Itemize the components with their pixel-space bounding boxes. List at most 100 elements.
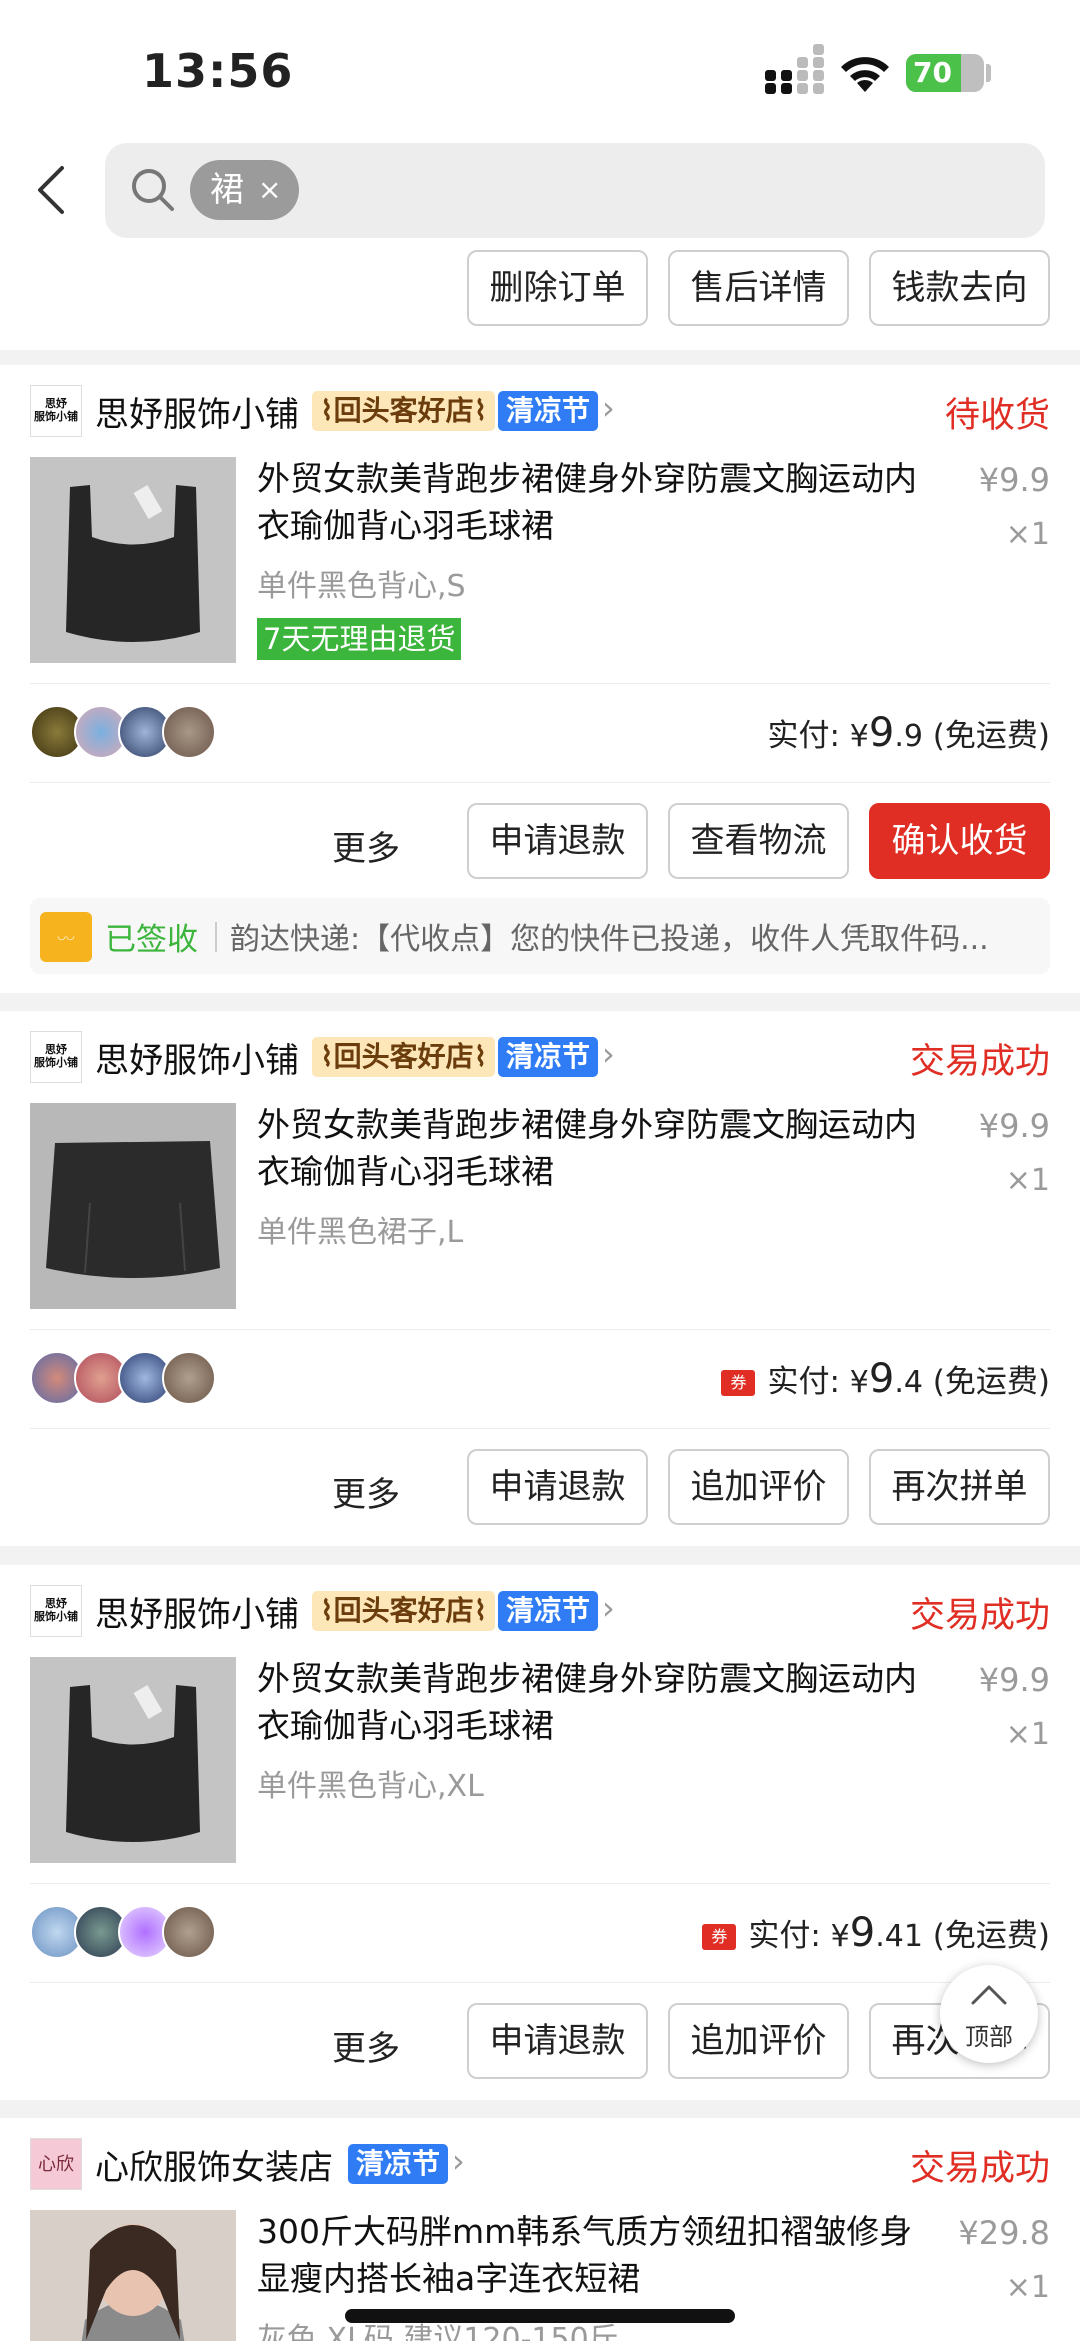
repeat-customer-badge: ⌇回头客好店⌇ (312, 391, 496, 431)
paid-decimal: .9 (894, 719, 923, 754)
coupon-icon: 券 (702, 1924, 737, 1950)
product-price: ¥9.9 (978, 461, 1050, 499)
logistics-text: 韵达快递:【代收点】您的快件已投递，收件人凭取件码... (230, 922, 989, 957)
order-card: 思妤 服饰小铺 思妤服饰小铺 ⌇回头客好店⌇ 清凉节 › 待收货 外贸女款美背跑… (0, 365, 1080, 993)
avatar (162, 1905, 216, 1959)
product-price: ¥29.8 (958, 2214, 1050, 2252)
order-status: 交易成功 (909, 1596, 1050, 1636)
more-button[interactable]: 更多 (332, 821, 400, 870)
chevron-right-icon[interactable]: › (602, 389, 615, 427)
product-quantity: ×1 (1005, 2270, 1050, 2305)
coupon-icon: 券 (721, 1370, 756, 1396)
arrow-up-icon (971, 1985, 1007, 2005)
shop-name[interactable]: 思妤服饰小铺 (95, 1033, 299, 1082)
summer-festival-badge: 清凉节 (498, 1591, 599, 1631)
apply-refund-button[interactable]: 申请退款 (467, 803, 648, 879)
search-input[interactable]: 裙 × (105, 143, 1045, 238)
shop-name[interactable]: 思妤服饰小铺 (95, 387, 299, 436)
paid-integer: 9 (868, 1356, 895, 1402)
order-status: 交易成功 (909, 2149, 1050, 2189)
paid-integer: 9 (868, 710, 895, 756)
more-button[interactable]: 更多 (332, 1467, 400, 1516)
group-buyers-avatars (30, 1351, 220, 1407)
paid-amount: 券实付: ¥9.4 (免运费) (721, 1356, 1050, 1402)
more-button[interactable]: 更多 (332, 2021, 400, 2070)
product-quantity: ×1 (1005, 517, 1050, 552)
chevron-right-icon[interactable]: › (602, 1035, 615, 1073)
chevron-right-icon[interactable]: › (602, 1589, 615, 1627)
paid-integer: 9 (849, 1910, 876, 1956)
shop-logo: 心欣 (30, 2138, 82, 2190)
shop-name[interactable]: 心欣服饰女装店 (95, 2140, 333, 2189)
paid-label: 实付: (767, 1364, 840, 1400)
product-image[interactable] (30, 1657, 236, 1863)
paid-decimal: .4 (894, 1365, 923, 1400)
battery-level: 70 (913, 56, 952, 89)
shop-name[interactable]: 思妤服饰小铺 (95, 1587, 299, 1636)
paid-amount: 实付: ¥9.9 (免运费) (767, 710, 1050, 756)
paid-label: 实付: (767, 718, 840, 754)
confirm-receipt-button[interactable]: 确认收货 (869, 803, 1050, 879)
product-title[interactable]: 外贸女款美背跑步裙健身外穿防震文胸运动内衣瑜伽背心羽毛球裙 (257, 1101, 937, 1195)
back-to-top-button[interactable]: 顶部 (940, 1965, 1038, 2063)
avatar (162, 1351, 216, 1405)
reorder-button[interactable]: 再次拼单 (869, 1449, 1050, 1525)
search-header: 裙 × (0, 135, 1080, 250)
product-image[interactable] (30, 1103, 236, 1309)
back-to-top-label: 顶部 (965, 2023, 1013, 2051)
home-indicator (345, 2309, 735, 2323)
divider (30, 1329, 1050, 1330)
add-review-button[interactable]: 追加评价 (668, 2003, 849, 2079)
add-review-button[interactable]: 追加评价 (668, 1449, 849, 1525)
logistics-banner[interactable]: ◡◡ 已签收 韵达快递:【代收点】您的快件已投递，收件人凭取件码... (30, 898, 1050, 974)
search-keyword-chip[interactable]: 裙 × (190, 160, 300, 220)
delete-order-button[interactable]: 删除订单 (467, 250, 648, 326)
product-spec: 单件黑色背心,XL (257, 1769, 484, 1804)
refund-destination-button[interactable]: 钱款去向 (869, 250, 1050, 326)
paid-decimal: .41 (875, 1919, 923, 1954)
previous-order-actions: 删除订单 售后详情 钱款去向 (0, 250, 1080, 350)
group-buyers-avatars (30, 1905, 220, 1961)
shop-logo: 思妤 服饰小铺 (30, 1031, 82, 1083)
shop-logo-text: 思妤 服饰小铺 (34, 1597, 78, 1623)
search-icon (132, 169, 174, 211)
product-title[interactable]: 300斤大码胖mm韩系气质方领纽扣褶皱修身显瘦内搭长袖a字连衣短裙 (257, 2208, 937, 2302)
product-title[interactable]: 外贸女款美背跑步裙健身外穿防震文胸运动内衣瑜伽背心羽毛球裙 (257, 455, 937, 549)
product-price: ¥9.9 (978, 1107, 1050, 1145)
courier-logo-icon: ◡◡ (40, 912, 92, 962)
divider (30, 1982, 1050, 1983)
shipping-note: (免运费) (932, 1364, 1050, 1400)
apply-refund-button[interactable]: 申请退款 (467, 1449, 648, 1525)
product-price: ¥9.9 (978, 1661, 1050, 1699)
paid-currency: ¥ (830, 1919, 850, 1954)
order-list-page: 13:56 70 裙 × 删除订单 售后详情 钱款去向 思妤 服饰小铺 思妤服饰… (0, 0, 1080, 2341)
apply-refund-button[interactable]: 申请退款 (467, 2003, 648, 2079)
shop-logo-text: 思妤 服饰小铺 (34, 397, 78, 423)
battery-icon: 70 (906, 54, 984, 92)
shop-logo-text: 思妤 服饰小铺 (34, 1043, 78, 1069)
status-bar: 13:56 70 (0, 0, 1080, 135)
chevron-right-icon[interactable]: › (452, 2142, 465, 2180)
divider (30, 1883, 1050, 1884)
view-logistics-button[interactable]: 查看物流 (668, 803, 849, 879)
product-spec: 单件黑色背心,S (257, 569, 466, 604)
chip-close-icon[interactable]: × (258, 160, 281, 220)
product-image[interactable] (30, 457, 236, 663)
paid-currency: ¥ (849, 1365, 869, 1400)
status-time: 13:56 (142, 44, 294, 98)
product-image[interactable] (30, 2210, 236, 2341)
cellular-signal-icon (765, 44, 825, 94)
product-title[interactable]: 外贸女款美背跑步裙健身外穿防震文胸运动内衣瑜伽背心羽毛球裙 (257, 1655, 937, 1749)
divider (30, 782, 1050, 783)
divider (30, 1428, 1050, 1429)
shop-logo: 思妤 服饰小铺 (30, 385, 82, 437)
order-status: 待收货 (944, 396, 1050, 436)
summer-festival-badge: 清凉节 (498, 391, 599, 431)
back-arrow-icon[interactable] (30, 162, 74, 218)
order-status: 交易成功 (909, 1042, 1050, 1082)
product-spec: 单件黑色裙子,L (257, 1215, 464, 1250)
order-card: 思妤 服饰小铺 思妤服饰小铺 ⌇回头客好店⌇ 清凉节 › 交易成功 外贸女款美背… (0, 1565, 1080, 2100)
paid-amount: 券实付: ¥9.41 (免运费) (702, 1910, 1050, 1956)
after-sales-details-button[interactable]: 售后详情 (668, 250, 849, 326)
paid-currency: ¥ (849, 719, 869, 754)
